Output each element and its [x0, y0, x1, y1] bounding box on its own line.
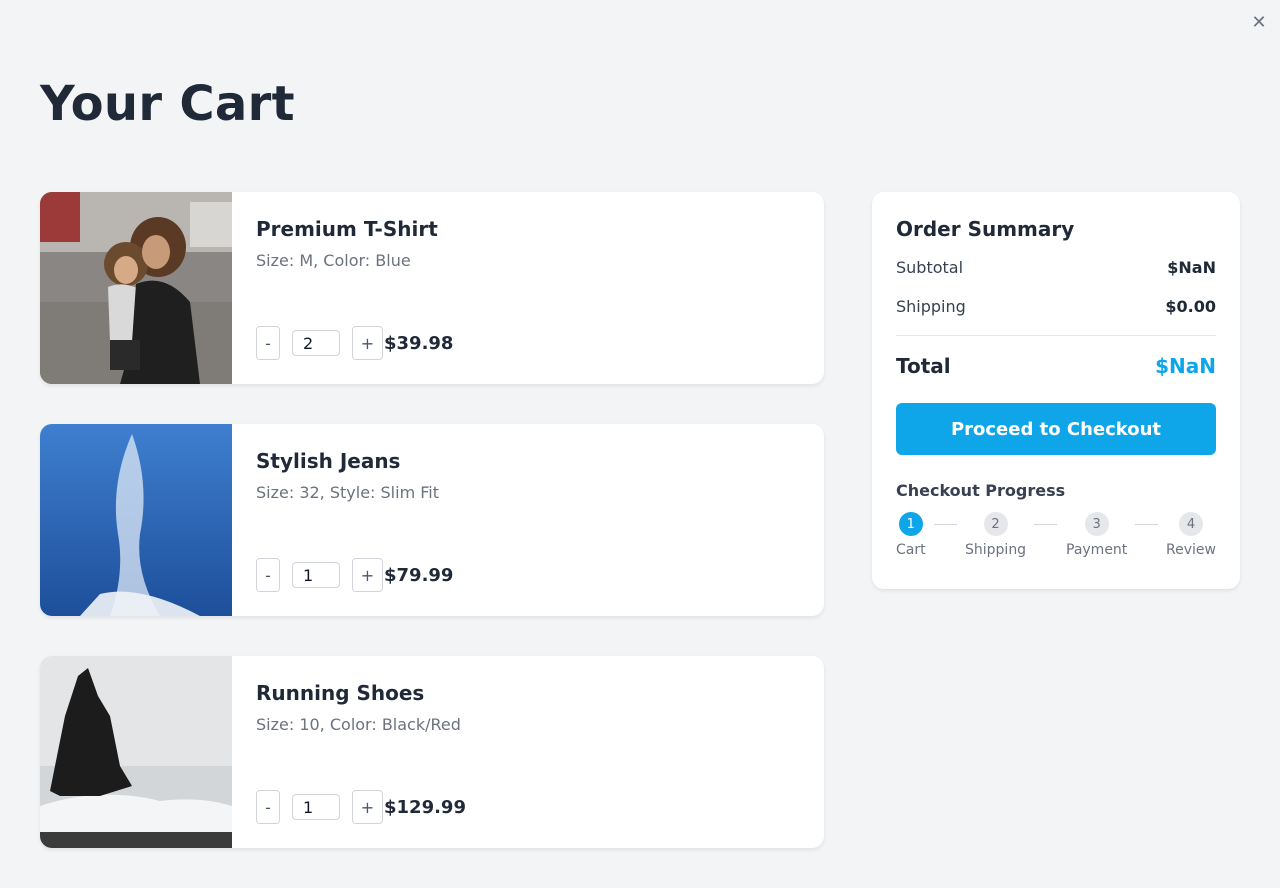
cart-item: Stylish Jeans Size: 32, Style: Slim Fit … [40, 424, 824, 616]
item-name: Premium T-Shirt [256, 217, 438, 241]
increment-button[interactable]: + [352, 790, 383, 824]
step-connector [1034, 524, 1057, 525]
total-row: Total $NaN [896, 354, 1216, 378]
step-connector [1135, 524, 1158, 525]
shipping-label: Shipping [896, 297, 966, 316]
product-image [40, 656, 232, 848]
step-connector [934, 524, 957, 525]
total-label: Total [896, 354, 951, 378]
cart-item: Running Shoes Size: 10, Color: Black/Red… [40, 656, 824, 848]
quantity-controls: - + $129.99 [256, 790, 466, 824]
step-label: Shipping [965, 542, 1027, 558]
quantity-input[interactable] [292, 562, 340, 588]
quantity-input[interactable] [292, 330, 340, 356]
step-label: Payment [1066, 542, 1128, 558]
step-number: 3 [1084, 512, 1109, 536]
step-number: 2 [983, 512, 1008, 536]
cart-page: ✕ Your Cart Premium T-Shirt Size: M, Col… [0, 0, 1280, 888]
cart-item-list: Premium T-Shirt Size: M, Color: Blue - +… [40, 192, 824, 888]
decrement-button[interactable]: - [256, 558, 280, 592]
subtotal-label: Subtotal [896, 258, 964, 277]
product-image [40, 424, 232, 616]
step-number: 4 [1178, 512, 1203, 536]
decrement-button[interactable]: - [256, 790, 280, 824]
order-summary-title: Order Summary [896, 217, 1075, 241]
item-details: Stylish Jeans Size: 32, Style: Slim Fit … [232, 424, 824, 616]
item-price: $79.99 [384, 564, 454, 586]
progress-step-shipping: 2 Shipping [965, 512, 1026, 558]
shipping-row: Shipping $0.00 [896, 297, 1216, 316]
step-number: 1 [898, 512, 923, 536]
close-icon[interactable]: ✕ [1248, 12, 1270, 34]
order-summary-card: Order Summary Subtotal $NaN Shipping $0.… [872, 192, 1240, 589]
quantity-controls: - + $79.99 [256, 558, 453, 592]
item-name: Stylish Jeans [256, 449, 401, 473]
total-value: $NaN [1155, 354, 1216, 378]
subtotal-value: $NaN [1167, 258, 1216, 277]
item-details: Running Shoes Size: 10, Color: Black/Red… [232, 656, 824, 848]
item-name: Running Shoes [256, 681, 425, 705]
item-details: Premium T-Shirt Size: M, Color: Blue - +… [232, 192, 824, 384]
item-variant: Size: 10, Color: Black/Red [256, 715, 461, 734]
proceed-to-checkout-button[interactable]: Proceed to Checkout [896, 403, 1216, 455]
progress-step-review: 4 Review [1166, 512, 1216, 558]
increment-button[interactable]: + [352, 326, 383, 360]
product-image [40, 192, 232, 384]
progress-step-payment: 3 Payment [1066, 512, 1127, 558]
shipping-value: $0.00 [1165, 297, 1216, 316]
summary-divider [896, 335, 1216, 336]
quantity-input[interactable] [292, 794, 340, 820]
subtotal-row: Subtotal $NaN [896, 258, 1216, 277]
decrement-button[interactable]: - [256, 326, 280, 360]
item-price: $39.98 [384, 332, 454, 354]
item-variant: Size: M, Color: Blue [256, 251, 411, 270]
progress-step-cart: 1 Cart [896, 512, 926, 558]
item-price: $129.99 [384, 796, 466, 818]
step-label: Review [1166, 542, 1216, 558]
quantity-controls: - + $39.98 [256, 326, 453, 360]
item-variant: Size: 32, Style: Slim Fit [256, 483, 439, 502]
page-title: Your Cart [40, 76, 295, 132]
checkout-progress-steps: 1 Cart 2 Shipping 3 Payment 4 Review [896, 512, 1216, 562]
checkout-progress-title: Checkout Progress [896, 481, 1066, 500]
step-label: Cart [896, 542, 926, 558]
cart-item: Premium T-Shirt Size: M, Color: Blue - +… [40, 192, 824, 384]
increment-button[interactable]: + [352, 558, 383, 592]
